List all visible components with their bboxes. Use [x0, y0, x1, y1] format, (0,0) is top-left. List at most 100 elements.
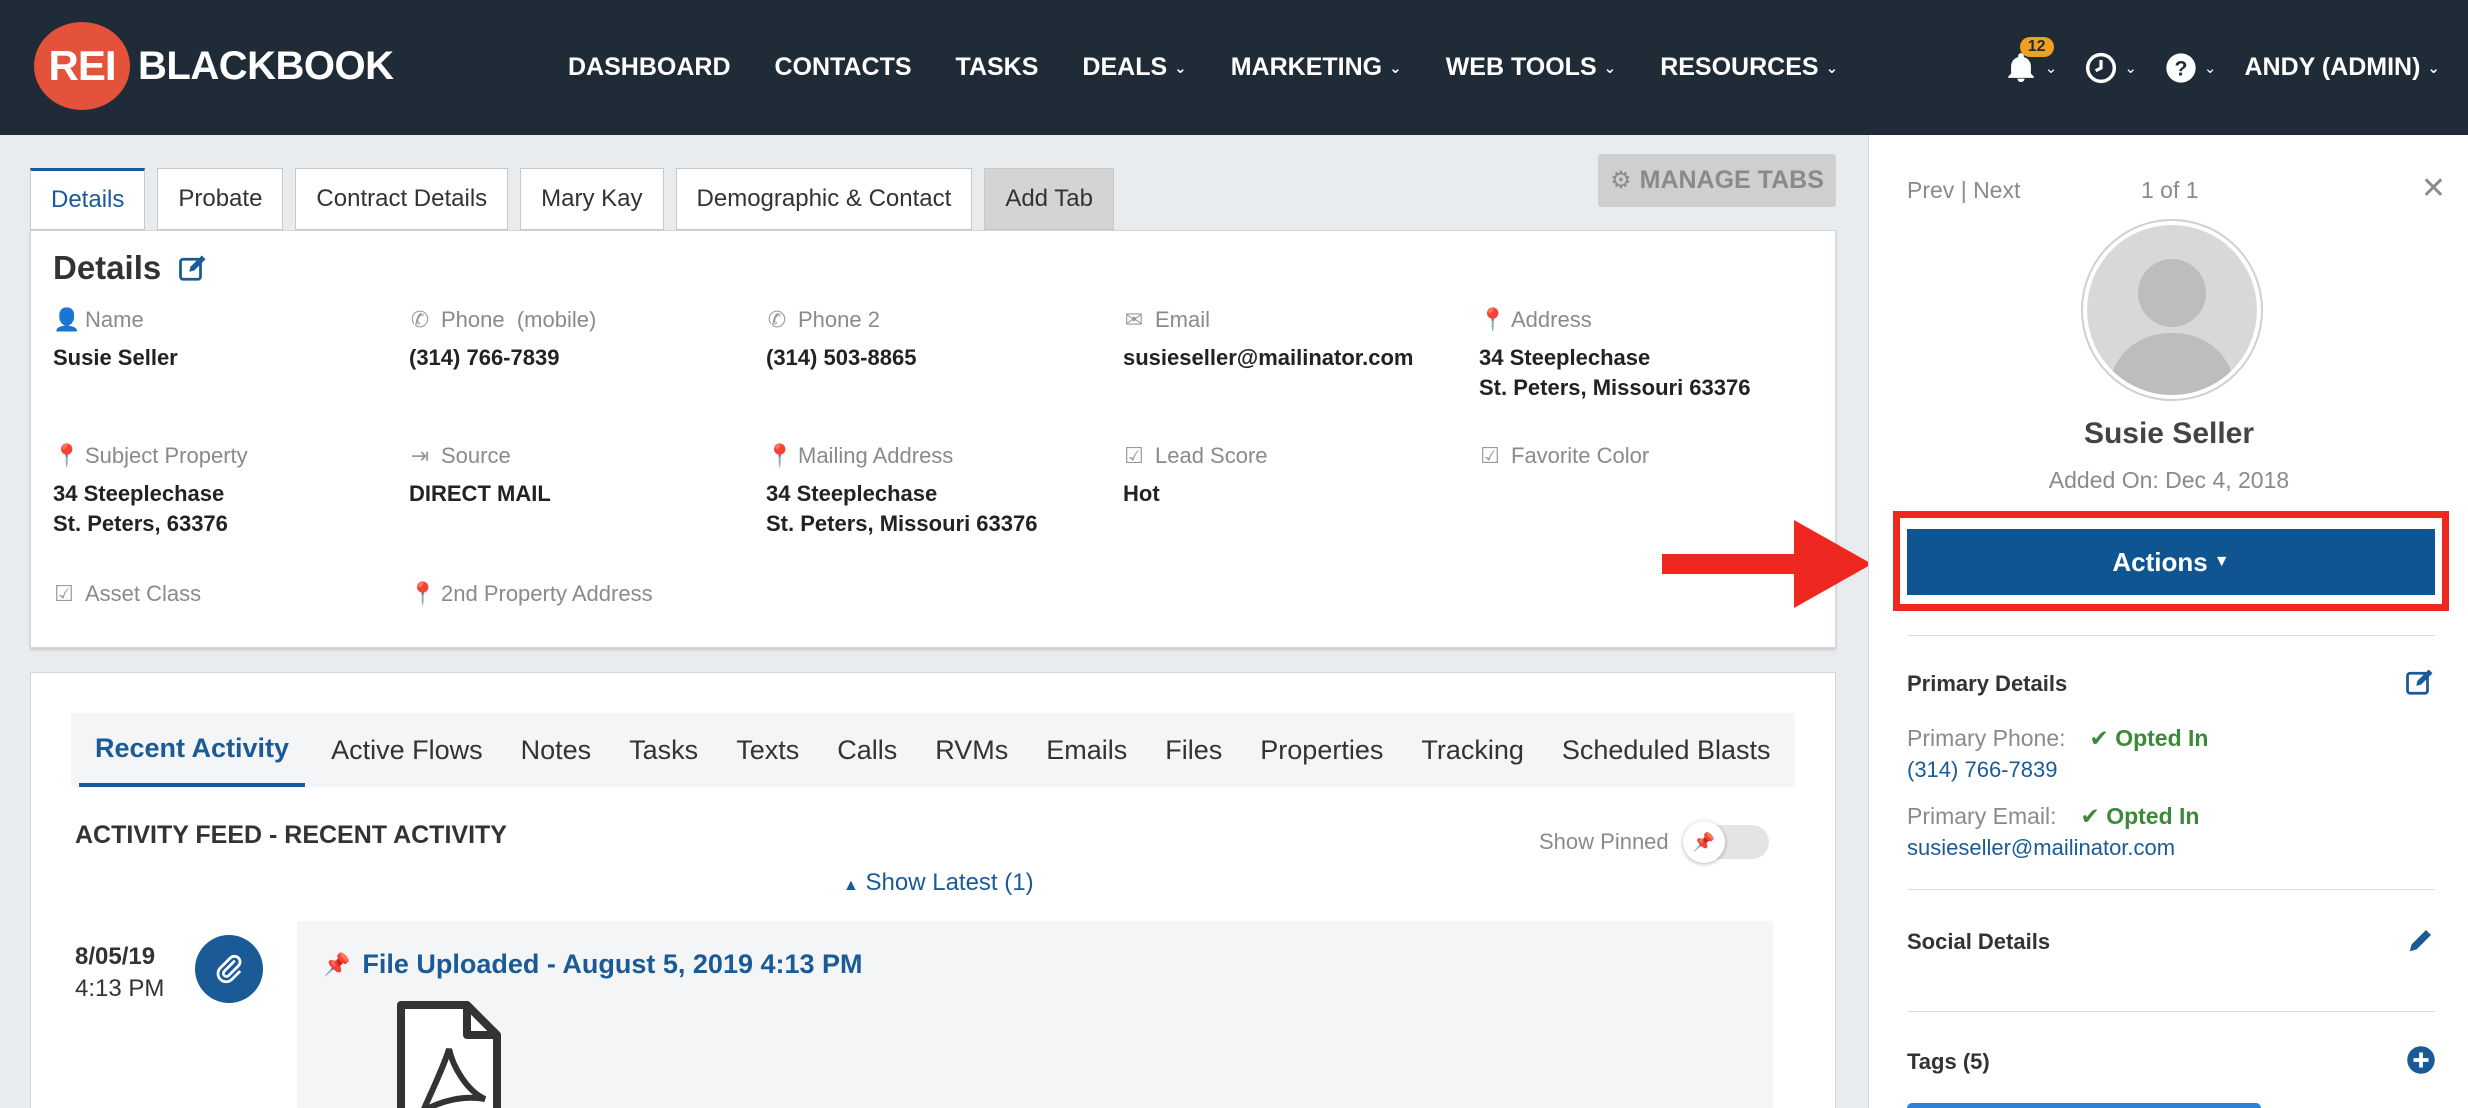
field-label: Lead Score — [1155, 443, 1268, 468]
tab-properties[interactable]: Properties — [1260, 713, 1383, 787]
tab-contract-details[interactable]: Contract Details — [295, 168, 509, 230]
prev-link[interactable]: Prev — [1907, 177, 1954, 203]
tab-active-flows[interactable]: Active Flows — [331, 713, 483, 787]
field-label: 2nd Property Address — [441, 581, 653, 606]
tab-details[interactable]: Details — [30, 168, 146, 230]
pdf-file-icon[interactable] — [397, 1001, 501, 1108]
nav-dashboard[interactable]: DASHBOARD — [568, 53, 731, 82]
field-label: Source — [441, 443, 511, 468]
field-value: DIRECT MAIL — [409, 481, 551, 506]
field-mailing-address: 📍 Mailing Address 34 Steeplechase St. Pete… — [766, 443, 1037, 539]
tab-scheduled-blasts[interactable]: Scheduled Blasts — [1562, 713, 1771, 787]
nav-deals[interactable]: DEALS ⌄ — [1082, 53, 1186, 82]
address-line-1: 34 Steeplechase — [766, 481, 938, 506]
brand-logo[interactable]: REI BLACKBOOK — [34, 22, 394, 110]
notifications-button[interactable]: 12 ⌄ — [2004, 36, 2057, 85]
field-value[interactable]: susieseller@mailinator.com — [1123, 343, 1413, 373]
nav-resources[interactable]: RESOURCES ⌄ — [1660, 53, 1838, 82]
opt-in-status: ✔ Opted In — [2090, 725, 2209, 752]
field-subject-property: 📍 Subject Property 34 Steeplechase St. Pet… — [53, 443, 248, 539]
tab-texts[interactable]: Texts — [736, 713, 799, 787]
edit-icon[interactable] — [2404, 667, 2436, 697]
field-value[interactable]: (314) 766-7839 — [409, 343, 596, 373]
tab-notes[interactable]: Notes — [521, 713, 592, 787]
svg-text:?: ? — [2174, 56, 2187, 80]
field-label: Asset Class — [85, 581, 202, 606]
checkbox-icon: ☑ — [1480, 443, 1500, 468]
nav-marketing[interactable]: MARKETING ⌄ — [1231, 53, 1402, 82]
tab-demographic-contact[interactable]: Demographic & Contact — [675, 168, 973, 230]
pin-icon: 📌 — [1682, 821, 1725, 863]
primary-phone-link[interactable]: (314) 766-7839 — [1907, 757, 2057, 783]
tab-rvms[interactable]: RVMs — [935, 713, 1008, 787]
tab-calls[interactable]: Calls — [837, 713, 897, 787]
edit-icon[interactable] — [177, 253, 209, 283]
primary-email-link[interactable]: susieseller@mailinator.com — [1907, 835, 2175, 861]
contact-sidebar: Prev | Next 1 of 1 ✕ Susie Seller Added … — [1868, 135, 2468, 1108]
tab-tracking[interactable]: Tracking — [1421, 713, 1524, 787]
logo-mark: REI — [34, 22, 130, 110]
address-line-1: 34 Steeplechase — [1479, 345, 1651, 370]
field-label: Name — [85, 307, 144, 332]
address-line-1: 34 Steeplechase — [53, 481, 225, 506]
chevron-down-icon: ⌄ — [1825, 59, 1839, 77]
field-value[interactable]: (314) 503-8865 — [766, 343, 916, 373]
field-2nd-property-address: 📍 2nd Property Address — [409, 581, 653, 607]
user-icon: 👤 — [53, 307, 81, 332]
phone-icon: ✆ — [767, 307, 787, 332]
notification-count-badge: 12 — [2019, 36, 2054, 57]
record-counter: 1 of 1 — [2141, 177, 2199, 203]
primary-email-row: Primary Email: ✔ Opted In — [1907, 803, 2199, 830]
field-email: ✉ Email susieseller@mailinator.com — [1123, 307, 1413, 373]
add-tab-button[interactable]: Add Tab — [984, 168, 1114, 230]
tab-emails[interactable]: Emails — [1046, 713, 1127, 787]
tab-tasks[interactable]: Tasks — [629, 713, 698, 787]
plus-circle-icon[interactable] — [2406, 1045, 2436, 1075]
field-favorite-color: ☑ Favorite Color — [1479, 443, 1649, 469]
nav-web-tools[interactable]: WEB TOOLS ⌄ — [1446, 53, 1617, 82]
show-pinned-toggle[interactable]: 📌 — [1682, 821, 1769, 863]
tab-probate[interactable]: Probate — [157, 168, 284, 230]
field-label: Subject Property — [85, 443, 248, 468]
tab-recent-activity[interactable]: Recent Activity — [79, 713, 306, 787]
paperclip-icon — [195, 935, 263, 1003]
chevron-down-icon: ⌄ — [1389, 59, 1402, 77]
top-nav: REI BLACKBOOK DASHBOARD CONTACTS TASKS D… — [0, 0, 2468, 135]
field-phone-2: ✆ Phone 2 (314) 503-8865 — [766, 307, 916, 373]
user-menu[interactable]: ANDY (ADMIN) ⌄ — [2245, 53, 2441, 82]
gear-icon: ⚙ — [1610, 167, 1632, 194]
envelope-icon: ✉ — [1124, 307, 1144, 332]
tab-mary-kay[interactable]: Mary Kay — [520, 168, 664, 230]
actions-button[interactable]: Actions ▼ — [1907, 529, 2435, 595]
help-button[interactable]: ? ⌄ — [2165, 52, 2217, 84]
help-icon: ? — [2166, 52, 2196, 83]
divider — [1907, 889, 2435, 890]
pencil-icon[interactable] — [2406, 925, 2436, 955]
chevron-down-icon: ⌄ — [2124, 59, 2137, 77]
feed-item-title-text: File Uploaded - August 5, 2019 4:13 PM — [362, 949, 863, 979]
nav-contacts[interactable]: CONTACTS — [775, 53, 912, 82]
tab-files[interactable]: Files — [1165, 713, 1222, 787]
recent-history-button[interactable]: ⌄ — [2085, 52, 2137, 84]
next-link[interactable]: Next — [1973, 177, 2020, 203]
close-icon[interactable]: ✕ — [2421, 171, 2446, 206]
nav-label: RESOURCES — [1660, 53, 1819, 81]
tag-chip[interactable] — [1907, 1103, 2261, 1108]
activity-feed-title: ACTIVITY FEED - RECENT ACTIVITY — [75, 821, 507, 849]
feed-time: 4:13 PM — [75, 975, 165, 1002]
chevron-down-icon: ⌄ — [2203, 59, 2217, 77]
nav-label: CONTACTS — [774, 53, 912, 81]
feed-item-title[interactable]: 📌 File Uploaded - August 5, 2019 4:13 PM — [323, 949, 863, 980]
manage-tabs-button[interactable]: ⚙ MANAGE TABS — [1598, 154, 1836, 207]
nav-tasks[interactable]: TASKS — [956, 53, 1039, 82]
chevron-down-icon: ⌄ — [2427, 59, 2440, 77]
nav-label: MARKETING — [1230, 53, 1383, 81]
primary-phone-label: Primary Phone: — [1907, 725, 2066, 751]
field-value: 34 Steeplechase St. Peters, 63376 — [53, 479, 248, 539]
map-pin-icon: 📍 — [409, 581, 437, 606]
pin-icon[interactable]: 📌 — [323, 952, 350, 978]
primary-email-label: Primary Email: — [1907, 803, 2057, 829]
show-latest-link[interactable]: ▲ Show Latest (1) — [843, 869, 1034, 897]
check-icon: ✔ — [2089, 725, 2109, 751]
field-value: 34 Steeplechase St. Peters, Missouri 6337… — [1479, 343, 1750, 403]
